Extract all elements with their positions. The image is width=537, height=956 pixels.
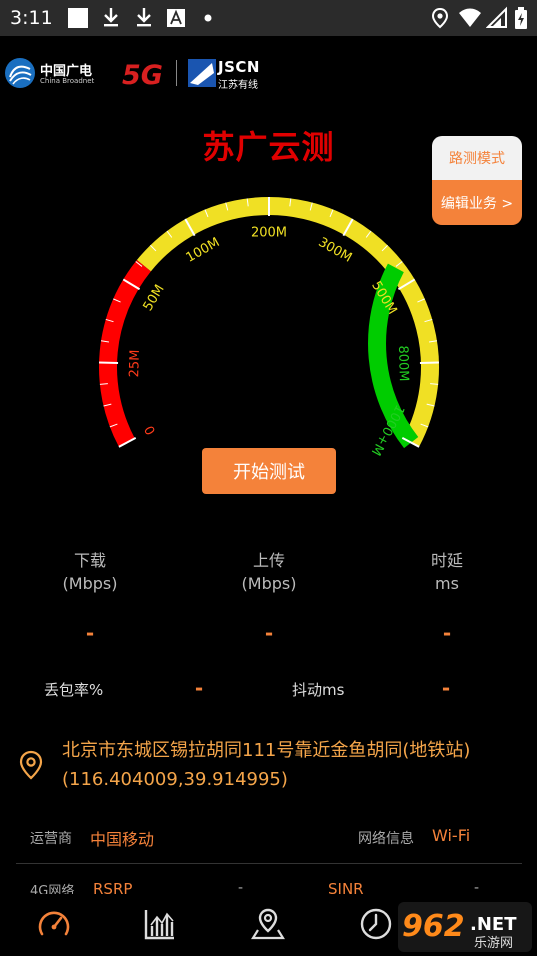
latency-unit: ms	[435, 574, 459, 593]
download-unit: (Mbps)	[62, 574, 118, 593]
network-info-value: Wi-Fi	[432, 826, 471, 845]
speed-gauge: 025M50M100M200M300M500M800M1000+M	[99, 197, 439, 458]
watermark-suffix: .NET	[470, 914, 517, 935]
location-address: 北京市东城区锡拉胡同111号靠近金鱼胡同(地铁站)(116.404009,39.…	[62, 740, 471, 790]
upload-label: 上传	[252, 551, 285, 570]
nav-history[interactable]	[352, 902, 400, 946]
packet-loss-label: 丢包率%	[44, 681, 104, 699]
download-metric: 下载 (Mbps)	[10, 549, 170, 595]
latency-label: 时延	[430, 551, 463, 570]
gauge-tick-label: 50M	[141, 282, 168, 314]
jitter-label: 抖动ms	[292, 681, 345, 699]
nav-map[interactable]	[244, 902, 292, 946]
watermark-sub: 乐游网	[474, 936, 513, 951]
nav-statistics[interactable]	[136, 902, 184, 946]
mode-panel: 路测模式 编辑业务 >	[432, 136, 522, 225]
operator-value: 中国移动	[90, 830, 155, 849]
speedometer-icon	[38, 911, 70, 936]
jitter-value: -	[441, 676, 451, 700]
latency-metric: 时延 ms	[367, 549, 527, 595]
chart-icon	[144, 910, 174, 940]
gauge-tick-label: 0	[142, 423, 159, 437]
location-pin-icon	[19, 750, 43, 780]
gauge-tick-label: 300M	[316, 235, 355, 266]
edit-service-button[interactable]: 编辑业务 >	[432, 180, 522, 225]
upload-unit: (Mbps)	[241, 574, 297, 593]
watermark-number: 962	[402, 909, 465, 944]
latency-value: -	[442, 621, 452, 645]
gauge-tick-label: 200M	[251, 226, 287, 241]
gauge-tick-label: 800M	[395, 345, 411, 381]
clock-icon	[360, 908, 392, 940]
network-info-label: 网络信息	[358, 831, 414, 847]
download-value: -	[85, 621, 95, 645]
watermark-962-logo: 962 .NET 乐游网	[398, 902, 532, 952]
download-label: 下载	[73, 551, 106, 570]
start-test-button[interactable]: 开始测试	[202, 448, 336, 494]
operator-label: 运营商	[30, 831, 72, 847]
gauge-tick-label: 25M	[127, 349, 143, 377]
map-pin-icon	[251, 908, 285, 940]
upload-metric: 上传 (Mbps)	[189, 549, 349, 595]
road-test-mode-button[interactable]: 路测模式	[432, 136, 522, 180]
upload-value: -	[264, 621, 274, 645]
info-divider	[16, 863, 522, 864]
gauge-tick-label: 100M	[184, 235, 223, 266]
nav-speed-test[interactable]	[30, 902, 78, 946]
packet-loss-value: -	[194, 676, 204, 700]
